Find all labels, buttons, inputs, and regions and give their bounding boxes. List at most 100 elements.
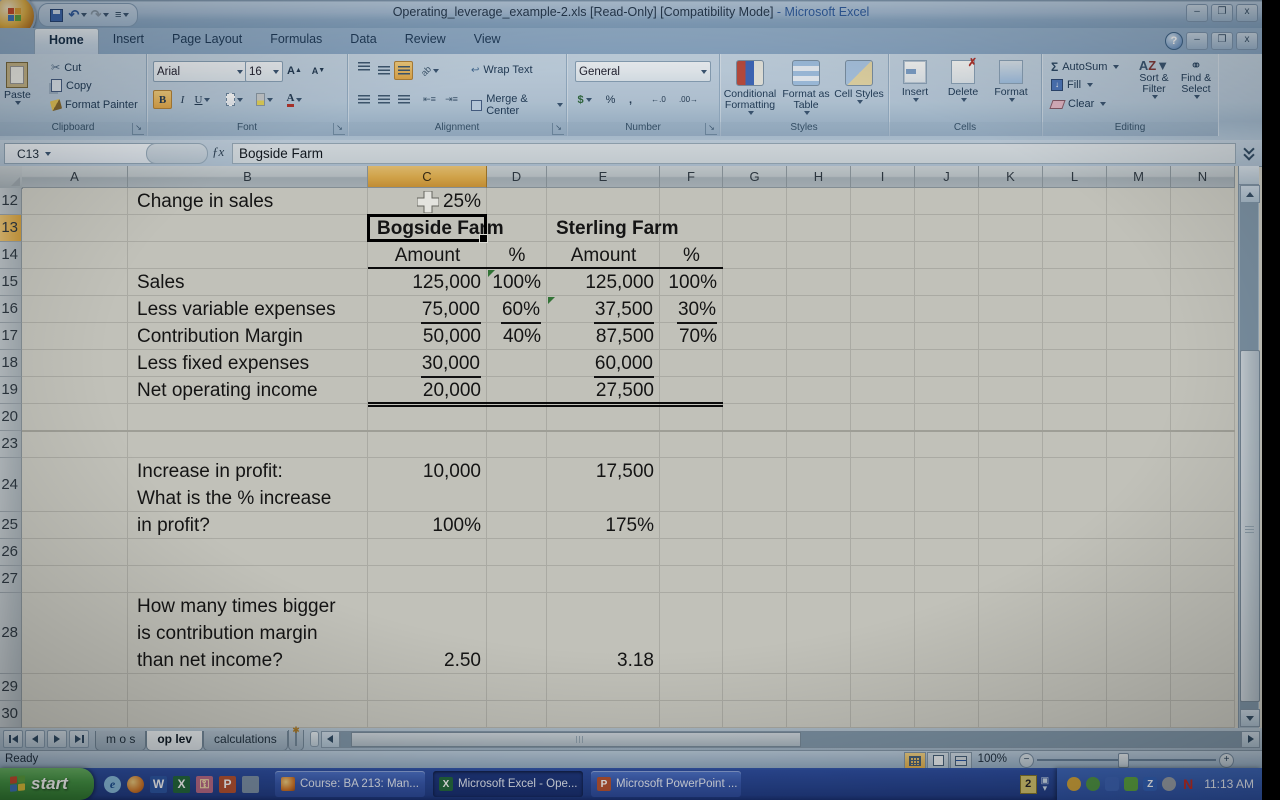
cell-E25[interactable]: 175%: [547, 512, 660, 539]
column-header-G[interactable]: G: [723, 166, 787, 188]
sheet-tab-calculations[interactable]: calculations: [203, 731, 288, 751]
tray-icon-5[interactable]: Z: [1143, 777, 1157, 791]
row-header-28[interactable]: 28: [0, 593, 22, 674]
tab-review[interactable]: Review: [391, 28, 460, 54]
row-header-24[interactable]: 24: [0, 458, 22, 512]
app-icon[interactable]: [242, 776, 259, 793]
cell-B25[interactable]: in profit?: [128, 512, 368, 539]
page-break-view-button[interactable]: [950, 752, 972, 769]
font-dialog-launcher[interactable]: [333, 123, 345, 135]
insert-function-button[interactable]: ƒx: [212, 144, 224, 160]
workbook-close-button[interactable]: x: [1236, 32, 1258, 50]
formula-input[interactable]: Bogside Farm: [232, 143, 1236, 164]
font-family-combo[interactable]: Arial: [153, 61, 247, 82]
first-sheet-button[interactable]: [3, 730, 23, 748]
column-header-C[interactable]: C: [368, 166, 487, 188]
cell-B19[interactable]: Net operating income: [128, 377, 368, 404]
cell-F17[interactable]: 70%: [660, 323, 723, 350]
cell-B18[interactable]: Less fixed expenses: [128, 350, 368, 377]
align-bottom-button[interactable]: [394, 61, 413, 80]
column-header-N[interactable]: N: [1171, 166, 1235, 188]
insert-cells-button[interactable]: Insert: [893, 56, 937, 102]
cell-B15[interactable]: Sales: [128, 269, 368, 296]
align-middle-button[interactable]: [374, 61, 393, 80]
tray-icon-2[interactable]: [1086, 777, 1100, 791]
cell-E13[interactable]: Sterling Farm: [547, 215, 660, 242]
decrease-decimal-button[interactable]: .00→: [679, 90, 698, 109]
row-header-30[interactable]: 30: [0, 701, 22, 728]
merge-center-button[interactable]: Merge & Center: [468, 92, 566, 118]
cell-C19[interactable]: 20,000: [368, 377, 487, 404]
copy-button[interactable]: Copy: [48, 78, 95, 93]
taskbar-window-course[interactable]: Course: BA 213: Man...: [275, 771, 425, 797]
tab-insert[interactable]: Insert: [99, 28, 158, 54]
close-button[interactable]: x: [1236, 4, 1258, 22]
restore-button[interactable]: ❐: [1211, 4, 1233, 22]
delete-cells-button[interactable]: ✗ Delete: [941, 56, 985, 102]
row-header-27[interactable]: 27: [0, 566, 22, 593]
cell-C14[interactable]: Amount: [368, 242, 487, 269]
row-header-26[interactable]: 26: [0, 539, 22, 566]
cell-E28[interactable]: 3.18: [547, 647, 660, 674]
format-painter-button[interactable]: Format Painter: [48, 98, 141, 112]
powerpoint-icon[interactable]: P: [219, 776, 236, 793]
cell-E18[interactable]: 60,000: [547, 350, 660, 377]
row-header-15[interactable]: 15: [0, 269, 22, 296]
row-header-29[interactable]: 29: [0, 674, 22, 701]
cell-C24[interactable]: 10,000: [368, 458, 487, 485]
cell-C18[interactable]: 30,000: [368, 350, 487, 377]
word-icon[interactable]: W: [150, 776, 167, 793]
cell-D14[interactable]: %: [487, 242, 547, 269]
tab-view[interactable]: View: [460, 28, 515, 54]
cell-E15[interactable]: 125,000: [547, 269, 660, 296]
cell-B24[interactable]: Increase in profit:What is the % increas…: [128, 458, 368, 512]
tray-icon-4[interactable]: [1124, 777, 1138, 791]
tray-badge-icon[interactable]: 2: [1020, 775, 1037, 794]
column-header-H[interactable]: H: [787, 166, 851, 188]
zoom-out-button[interactable]: −: [1019, 753, 1034, 768]
row-header-13[interactable]: 13: [0, 215, 22, 242]
previous-sheet-button[interactable]: [25, 730, 45, 748]
orientation-button[interactable]: ab: [420, 61, 439, 80]
workbook-minimize-button[interactable]: –: [1186, 32, 1208, 50]
shrink-font-button[interactable]: A▼: [309, 61, 328, 80]
cell-B12[interactable]: Change in sales: [128, 188, 368, 215]
underline-button[interactable]: U: [193, 90, 212, 109]
taskbar-window-microsoft[interactable]: XMicrosoft Excel - Ope...: [433, 771, 583, 797]
help-button[interactable]: ?: [1165, 32, 1183, 50]
scroll-left-button[interactable]: [321, 731, 340, 748]
novell-icon[interactable]: N: [1181, 777, 1195, 791]
cell-C17[interactable]: 50,000: [368, 323, 487, 350]
wrap-text-button[interactable]: ↩ Wrap Text: [468, 63, 536, 77]
column-header-E[interactable]: E: [547, 166, 660, 188]
select-all-corner[interactable]: [0, 166, 23, 189]
borders-button[interactable]: [225, 90, 244, 109]
cell-F15[interactable]: 100%: [660, 269, 723, 296]
horizontal-scroll-thumb[interactable]: [351, 732, 801, 747]
column-header-B[interactable]: B: [128, 166, 368, 188]
clear-button[interactable]: Clear: [1048, 97, 1109, 111]
number-dialog-launcher[interactable]: [705, 123, 717, 135]
paste-button[interactable]: Paste: [4, 58, 31, 105]
taskbar-window-microsoft[interactable]: PMicrosoft PowerPoint ...: [591, 771, 741, 797]
expand-formula-bar-button[interactable]: [1240, 145, 1258, 161]
excel-icon[interactable]: X: [173, 776, 190, 793]
split-handle[interactable]: [1239, 166, 1259, 185]
column-header-A[interactable]: A: [22, 166, 128, 188]
cell-F16[interactable]: 30%: [660, 296, 723, 323]
vertical-scroll-thumb[interactable]: [1240, 350, 1260, 702]
scroll-right-button[interactable]: [1241, 731, 1260, 748]
zoom-level[interactable]: 100%: [978, 753, 1007, 765]
align-center-button[interactable]: [374, 90, 393, 109]
comma-style-button[interactable]: ,: [621, 90, 640, 109]
align-top-button[interactable]: [354, 61, 373, 80]
tray-icon-3[interactable]: [1105, 777, 1119, 791]
column-header-L[interactable]: L: [1043, 166, 1107, 188]
tray-icon-1[interactable]: [1067, 777, 1081, 791]
cell-E16[interactable]: 37,500: [547, 296, 660, 323]
cell-C25[interactable]: 100%: [368, 512, 487, 539]
fill-button[interactable]: ↓ Fill: [1048, 78, 1096, 92]
column-header-I[interactable]: I: [851, 166, 915, 188]
italic-button[interactable]: I: [173, 90, 192, 109]
sort-filter-button[interactable]: AZ▼ Sort & Filter: [1134, 56, 1174, 99]
